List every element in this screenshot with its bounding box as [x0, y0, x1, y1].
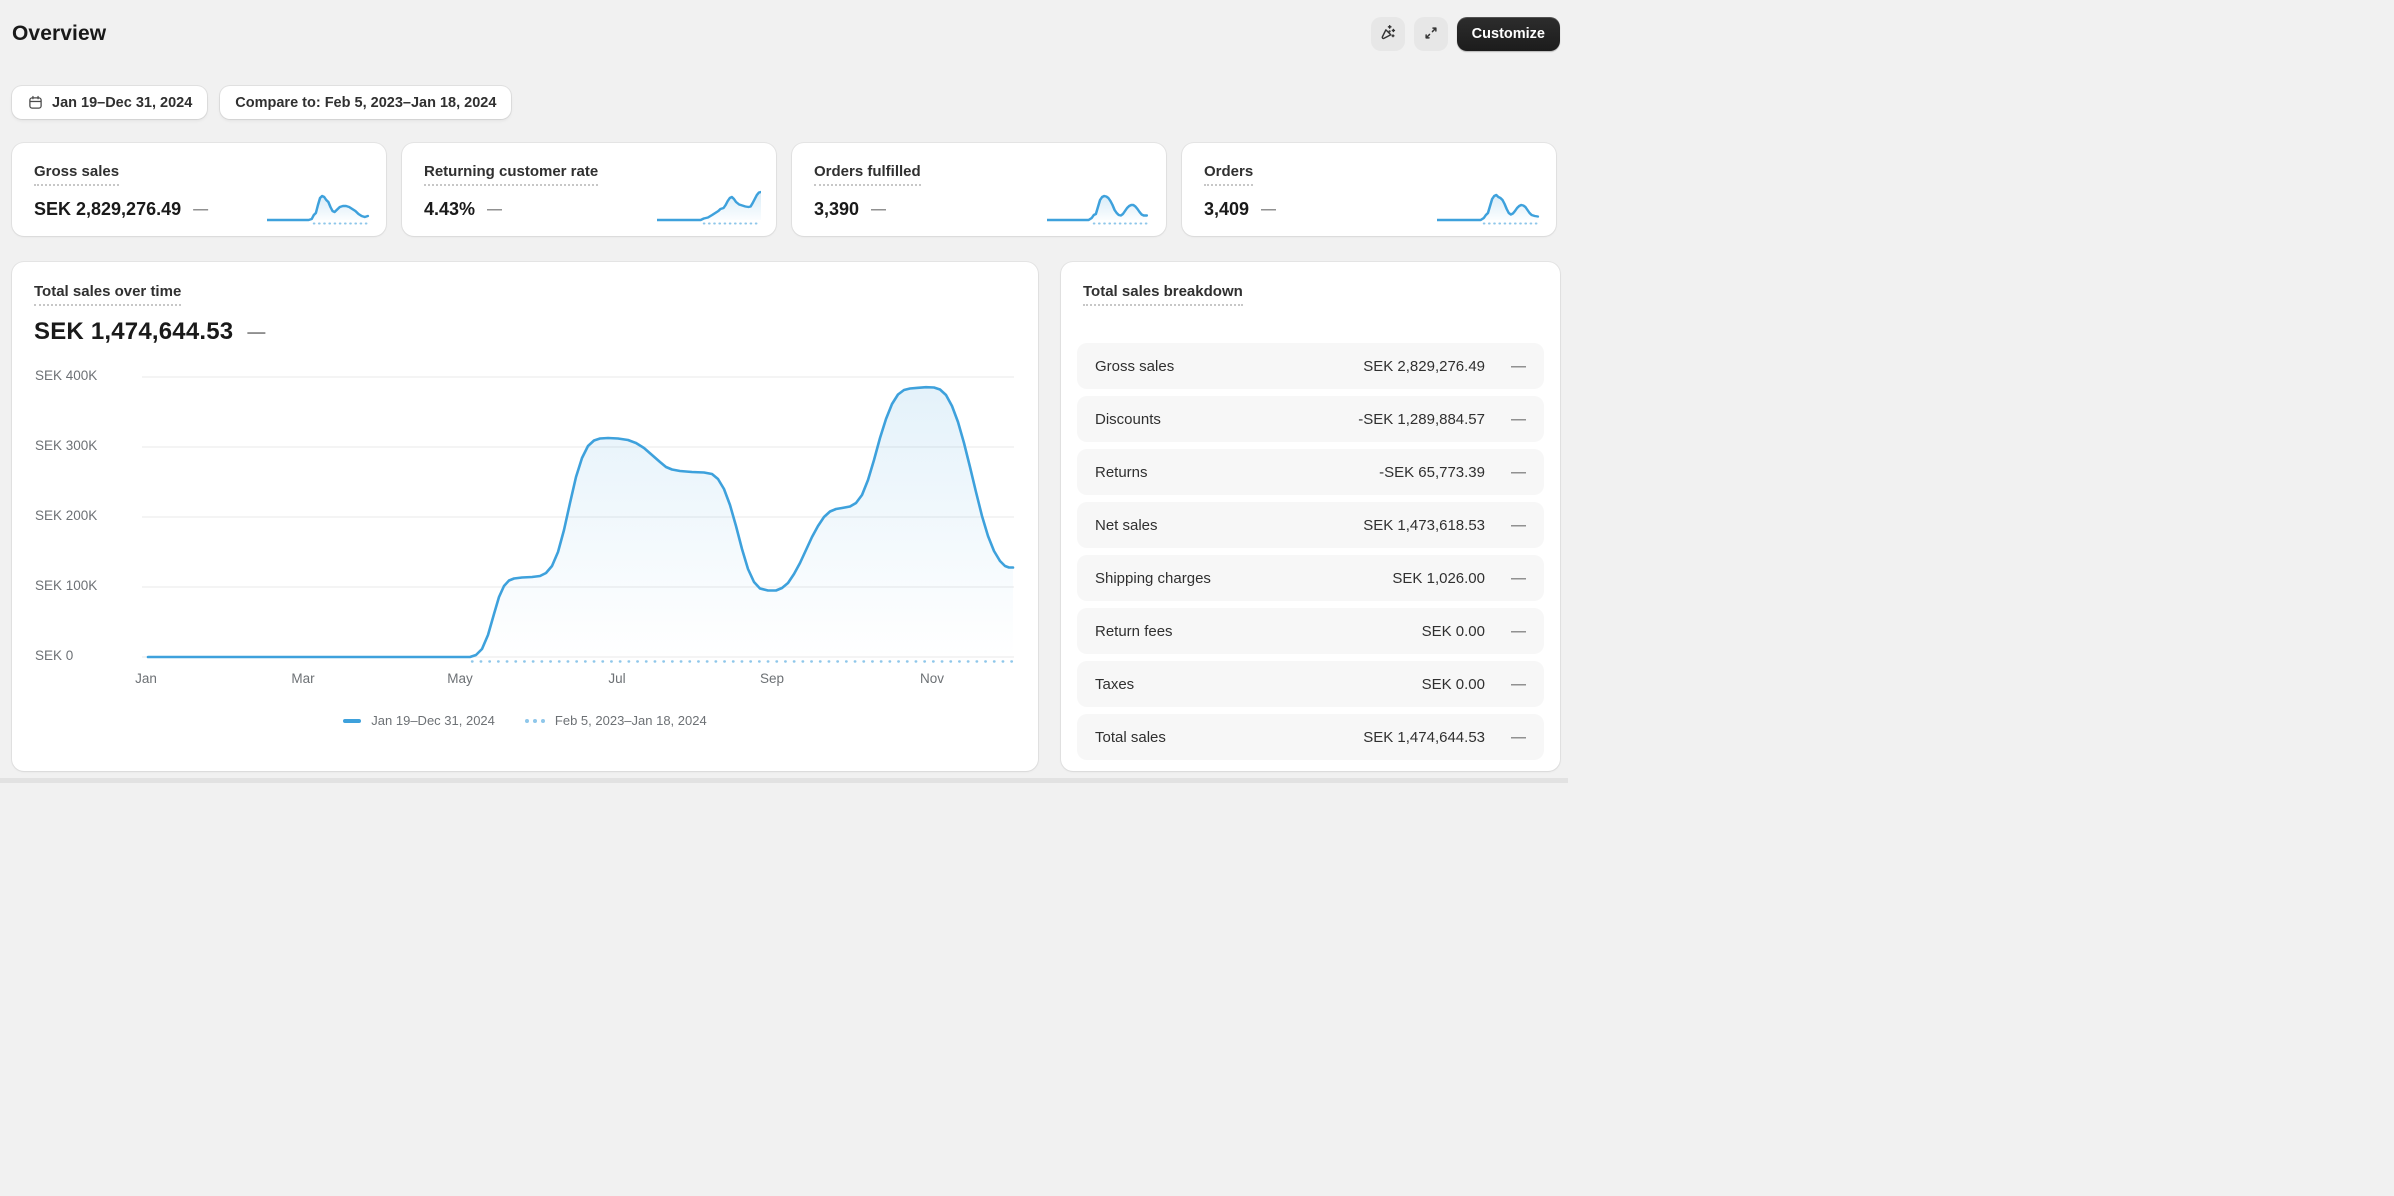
row-delta: —: [1511, 516, 1526, 534]
metric-title[interactable]: Returning customer rate: [424, 163, 599, 186]
legend-label: Jan 19–Dec 31, 2024: [371, 713, 495, 728]
breakdown-row-discounts[interactable]: Discounts -SEK 1,289,884.57 —: [1077, 396, 1544, 442]
row-label: Returns: [1095, 463, 1148, 481]
chart-legend: Jan 19–Dec 31, 2024 Feb 5, 2023–Jan 18, …: [12, 713, 1038, 728]
legend-dotted-swatch: [524, 718, 545, 723]
row-value: SEK 1,473,618.53: [1363, 516, 1485, 534]
date-range-picker[interactable]: Jan 19–Dec 31, 2024: [12, 86, 208, 119]
row-delta: —: [1511, 622, 1526, 640]
row-delta: —: [1511, 675, 1526, 693]
x-axis-tick-label: Sep: [759, 671, 785, 686]
breakdown-row-return-fees[interactable]: Return fees SEK 0.00 —: [1077, 608, 1544, 654]
row-value: SEK 0.00: [1421, 675, 1485, 693]
page-title: Overview: [12, 22, 107, 45]
filter-bar: Jan 19–Dec 31, 2024 Compare to: Feb 5, 2…: [12, 86, 512, 119]
metric-delta: —: [1261, 201, 1277, 218]
row-delta: —: [1511, 569, 1526, 587]
x-axis-tick-label: Jan: [135, 671, 157, 686]
y-axis-tick-label: SEK 400K: [35, 368, 98, 383]
bottom-divider: [0, 778, 1568, 783]
magic-sparkle-icon: [1378, 23, 1397, 45]
sparkline-chart: [267, 194, 370, 225]
row-value: SEK 1,474,644.53: [1363, 728, 1485, 746]
breakdown-row-gross-sales[interactable]: Gross sales SEK 2,829,276.49 —: [1077, 343, 1544, 389]
line-chart-area: SEK 400K SEK 300K SEK 200K SEK 100K SEK 0 Ja…: [12, 262, 1038, 771]
x-axis-tick-label: May: [447, 671, 473, 686]
total-sales-breakdown-panel: Total sales breakdown Gross sales SEK 2,…: [1061, 262, 1560, 771]
row-value: SEK 2,829,276.49: [1363, 357, 1485, 375]
row-value: SEK 0.00: [1421, 622, 1485, 640]
x-axis-tick-label: Mar: [291, 671, 315, 686]
metric-delta: —: [193, 201, 209, 218]
row-label: Net sales: [1095, 516, 1158, 534]
metric-title[interactable]: Gross sales: [34, 163, 120, 186]
y-axis-tick-label: SEK 300K: [35, 438, 98, 453]
total-sales-over-time-panel: Total sales over time SEK 1,474,644.53 —…: [12, 262, 1038, 771]
fullscreen-expand-button[interactable]: [1413, 17, 1448, 51]
metric-value: SEK 2,829,276.49: [34, 199, 182, 219]
metric-delta: —: [871, 201, 887, 218]
breakdown-row-taxes[interactable]: Taxes SEK 0.00 —: [1077, 661, 1544, 707]
metric-value: 4.43%: [424, 199, 476, 219]
breakdown-row-shipping-charges[interactable]: Shipping charges SEK 1,026.00 —: [1077, 555, 1544, 601]
row-label: Gross sales: [1095, 357, 1175, 375]
insights-magic-button[interactable]: [1370, 17, 1405, 51]
legend-solid-swatch: [343, 718, 362, 723]
compare-picker[interactable]: Compare to: Feb 5, 2023–Jan 18, 2024: [220, 86, 512, 119]
page-header: Overview Customize: [12, 14, 1560, 54]
row-label: Taxes: [1095, 675, 1135, 693]
metric-title[interactable]: Orders: [1204, 163, 1254, 186]
metric-value: 3,390: [814, 199, 860, 219]
legend-item-current: Jan 19–Dec 31, 2024: [343, 713, 495, 728]
sparkline-chart: [657, 190, 761, 225]
expand-arrows-icon: [1422, 24, 1440, 45]
compare-label: Compare to: Feb 5, 2023–Jan 18, 2024: [235, 94, 497, 111]
breakdown-row-net-sales[interactable]: Net sales SEK 1,473,618.53 —: [1077, 502, 1544, 548]
row-value: -SEK 1,289,884.57: [1358, 410, 1485, 428]
metric-card-returning-customer-rate[interactable]: Returning customer rate 4.43% —: [402, 143, 776, 236]
y-axis-tick-label: SEK 200K: [35, 508, 98, 523]
metric-card-gross-sales[interactable]: Gross sales SEK 2,829,276.49 —: [12, 143, 386, 236]
customize-button[interactable]: Customize: [1456, 17, 1560, 51]
metric-delta: —: [487, 201, 503, 218]
breakdown-row-total-sales[interactable]: Total sales SEK 1,474,644.53 —: [1077, 714, 1544, 760]
y-axis-tick-label: SEK 0: [35, 648, 74, 663]
legend-item-comparison: Feb 5, 2023–Jan 18, 2024: [524, 713, 707, 728]
row-value: SEK 1,026.00: [1392, 569, 1485, 587]
metric-value: 3,409: [1204, 199, 1250, 219]
row-delta: —: [1511, 357, 1526, 375]
sparkline-chart: [1047, 194, 1150, 225]
metric-card-orders-fulfilled[interactable]: Orders fulfilled 3,390 —: [792, 143, 1166, 236]
date-range-label: Jan 19–Dec 31, 2024: [52, 94, 193, 111]
row-label: Shipping charges: [1095, 569, 1211, 587]
breakdown-row-returns[interactable]: Returns -SEK 65,773.39 —: [1077, 449, 1544, 495]
row-label: Return fees: [1095, 622, 1173, 640]
row-value: -SEK 65,773.39: [1379, 463, 1485, 481]
row-delta: —: [1511, 410, 1526, 428]
row-label: Total sales: [1095, 728, 1166, 746]
sparkline-chart: [1437, 193, 1540, 225]
metric-card-orders[interactable]: Orders 3,409 —: [1182, 143, 1556, 236]
row-label: Discounts: [1095, 410, 1161, 428]
x-axis-tick-label: Jul: [608, 671, 626, 686]
calendar-icon: [27, 94, 44, 111]
metric-title[interactable]: Orders fulfilled: [814, 163, 921, 186]
total-sales-line-chart: [142, 376, 1015, 663]
y-axis-tick-label: SEK 100K: [35, 578, 98, 593]
breakdown-title[interactable]: Total sales breakdown: [1083, 283, 1243, 306]
breakdown-rows: Gross sales SEK 2,829,276.49 — Discounts…: [1077, 343, 1544, 767]
metric-cards-row: Gross sales SEK 2,829,276.49 — Returning…: [12, 143, 1556, 236]
x-axis-tick-label: Nov: [919, 671, 945, 686]
header-actions: Customize: [1370, 17, 1560, 51]
legend-label: Feb 5, 2023–Jan 18, 2024: [554, 713, 707, 728]
row-delta: —: [1511, 728, 1526, 746]
row-delta: —: [1511, 463, 1526, 481]
